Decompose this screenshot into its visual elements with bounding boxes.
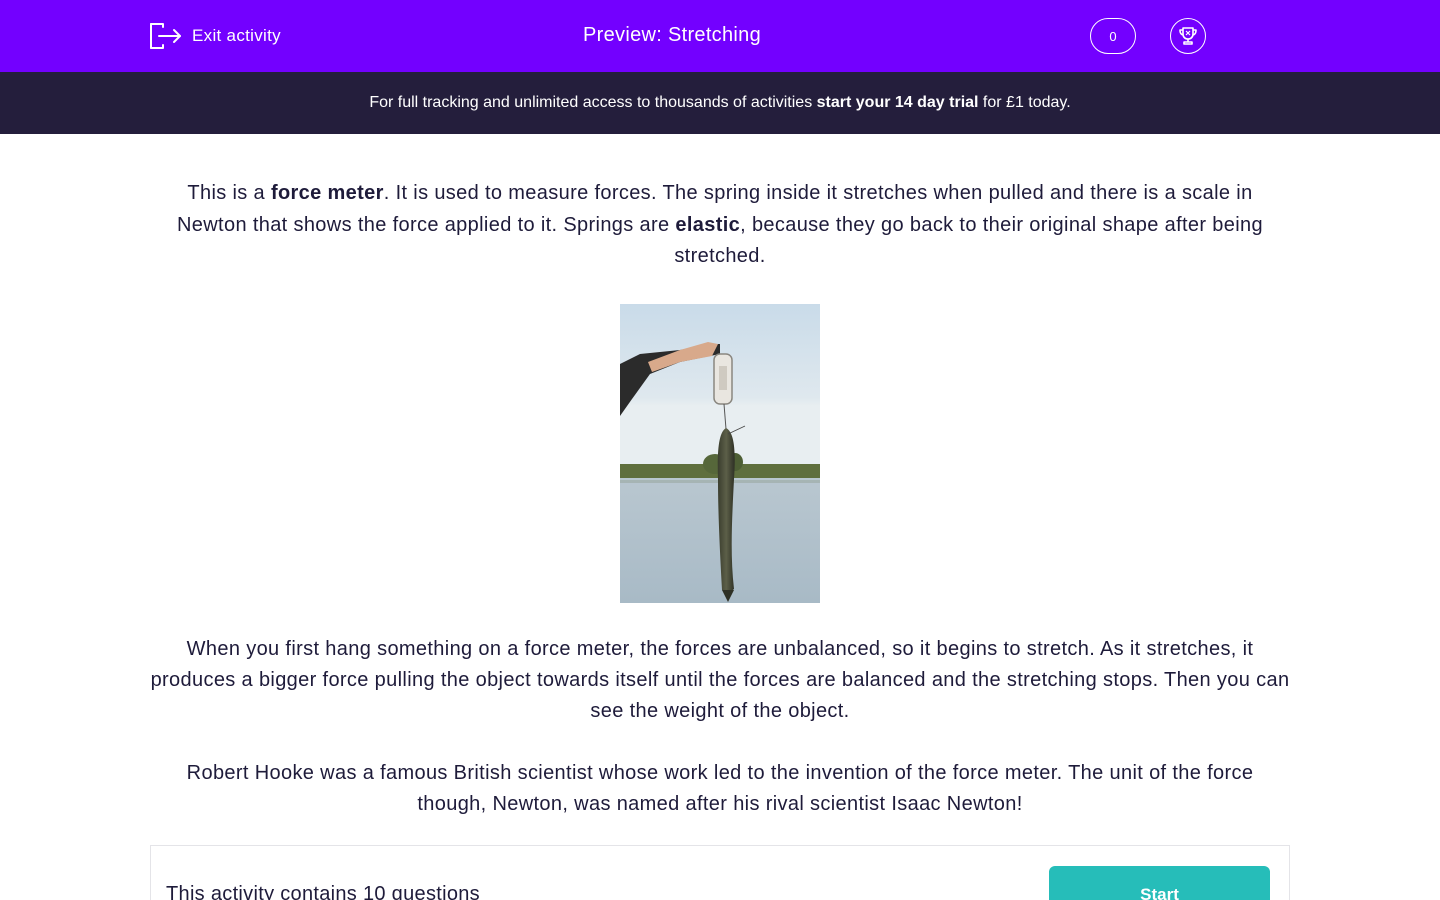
intro-text-1: This is a (187, 182, 271, 204)
paragraph-robert-hooke: Robert Hooke was a famous British scient… (186, 762, 1254, 815)
banner-text-end: for £1 today. (978, 94, 1071, 111)
top-bar: Exit activity Preview: Stretching 0 (0, 0, 1440, 72)
banner-text: For full tracking and unlimited access t… (369, 94, 1070, 112)
fish-photo-illustration (620, 304, 820, 603)
paragraph-balanced-forces: When you first hang something on a force… (150, 638, 1290, 722)
banner-text-start: For full tracking and unlimited access t… (369, 94, 817, 111)
activity-question-count: This activity contains 10 questions (166, 883, 480, 900)
activity-start-card: This activity contains 10 questions Star… (150, 845, 1290, 900)
trophy-icon (1179, 27, 1197, 45)
trial-banner: For full tracking and unlimited access t… (0, 72, 1440, 134)
force-meter-photo (620, 304, 820, 603)
trial-link[interactable]: start your 14 day trial (817, 94, 979, 111)
intro-bold-force-meter: force meter (270, 182, 384, 204)
intro-bold-elastic: elastic (675, 213, 741, 236)
page-title: Preview: Stretching (583, 24, 761, 46)
start-button[interactable]: Start (1049, 866, 1270, 900)
score-badge: 0 (1090, 18, 1136, 54)
intro-text-3: , because they go back to their original… (674, 213, 1263, 268)
trophy-button[interactable] (1170, 18, 1206, 54)
intro-paragraph: This is a force meter. It is used to mea… (150, 178, 1290, 273)
